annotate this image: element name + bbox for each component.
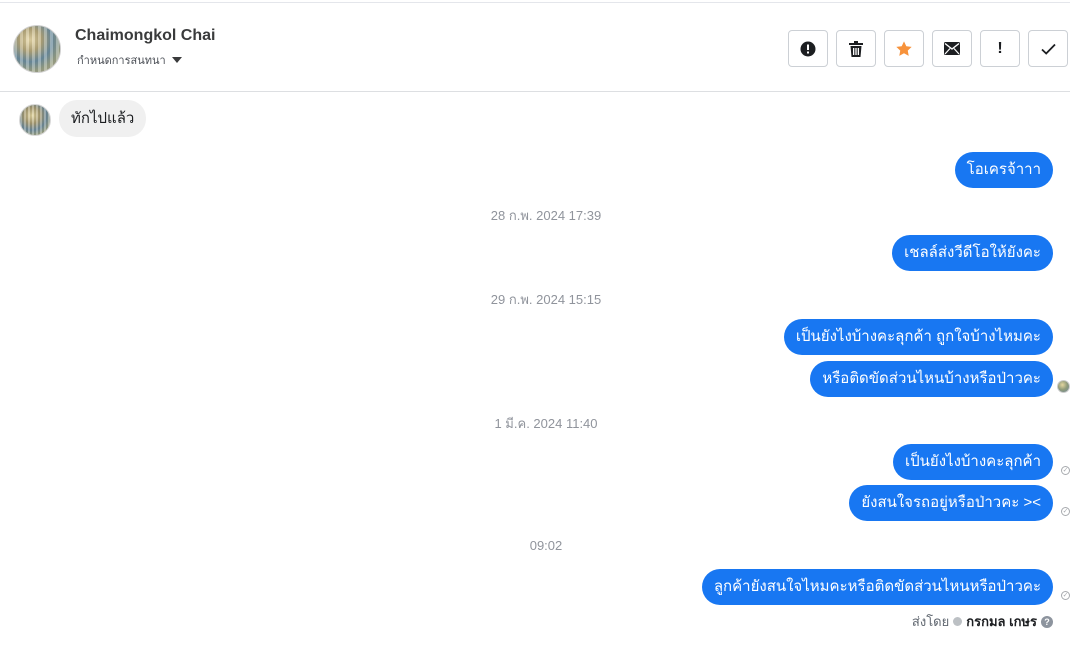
outgoing-message[interactable]: เป็นยังไงบ้างคะลุกค้า [893,444,1053,480]
delivered-check-icon: ✓ [1061,591,1070,600]
message-timestamp: 29 ก.พ. 2024 15:15 [490,292,602,307]
incoming-message[interactable]: ทักไปแล้ว [59,100,147,137]
outgoing-message[interactable]: เชลล์ส่งวีดีโอให้ยังคะ [892,235,1053,271]
outgoing-message[interactable]: เป็นยังไงบ้างคะลุกค้า ถูกใจบ้างไหมคะ [783,319,1053,355]
assign-conversation-dropdown[interactable]: กำหนดการสนทนา [77,51,182,69]
mark-unread-button[interactable] [932,30,972,67]
contact-avatar-small [19,104,51,136]
alert-circle-icon [800,41,816,56]
sent-by-label: ส่งโดย [911,614,950,629]
message-timestamp: 1 มี.ค. 2024 11:40 [494,416,598,431]
trash-icon [849,40,863,57]
outgoing-message[interactable]: หรือติดขัดส่วนไหนบ้างหรือป่าวคะ [810,361,1053,397]
follow-up-button[interactable]: ! [980,30,1020,67]
star-button[interactable] [884,30,924,67]
sender-name[interactable]: กรกมล เกษร [966,611,1037,632]
contact-avatar[interactable] [13,25,61,73]
exclamation-icon: ! [997,39,1003,57]
outgoing-message[interactable]: โอเครจ้าาา [954,152,1053,188]
mark-done-button[interactable] [1028,30,1068,67]
outgoing-message[interactable]: ลูกค้ายังสนใจไหมคะหรือติดขัดส่วนไหนหรือป… [701,569,1053,605]
caret-down-icon [171,57,182,63]
check-icon [1040,43,1056,55]
mark-spam-button[interactable] [788,30,828,67]
sender-status-icon [953,617,963,626]
delete-button[interactable] [836,30,876,67]
assign-conversation-label: กำหนดการสนทนา [77,55,166,67]
conversation-toolbar: ! [788,30,1068,67]
seen-avatar [1057,380,1070,393]
contact-name[interactable]: Chaimongkol Chai [75,27,215,45]
star-icon [896,40,912,56]
delivered-check-icon: ✓ [1061,466,1070,475]
envelope-icon [944,42,960,55]
delivered-check-icon: ✓ [1061,507,1070,516]
message-timestamp: 09:02 [529,538,563,553]
outgoing-message[interactable]: ยังสนใจรถอยู่หรือป่าวคะ >< [849,485,1053,521]
conversation-header: Chaimongkol Chai กำหนดการสนทนา ! [0,2,1070,92]
help-icon[interactable]: ? [1041,615,1053,628]
message-timestamp: 28 ก.พ. 2024 17:39 [490,208,602,223]
sent-by-info: ส่งโดย กรกมล เกษร ? [912,611,1053,632]
